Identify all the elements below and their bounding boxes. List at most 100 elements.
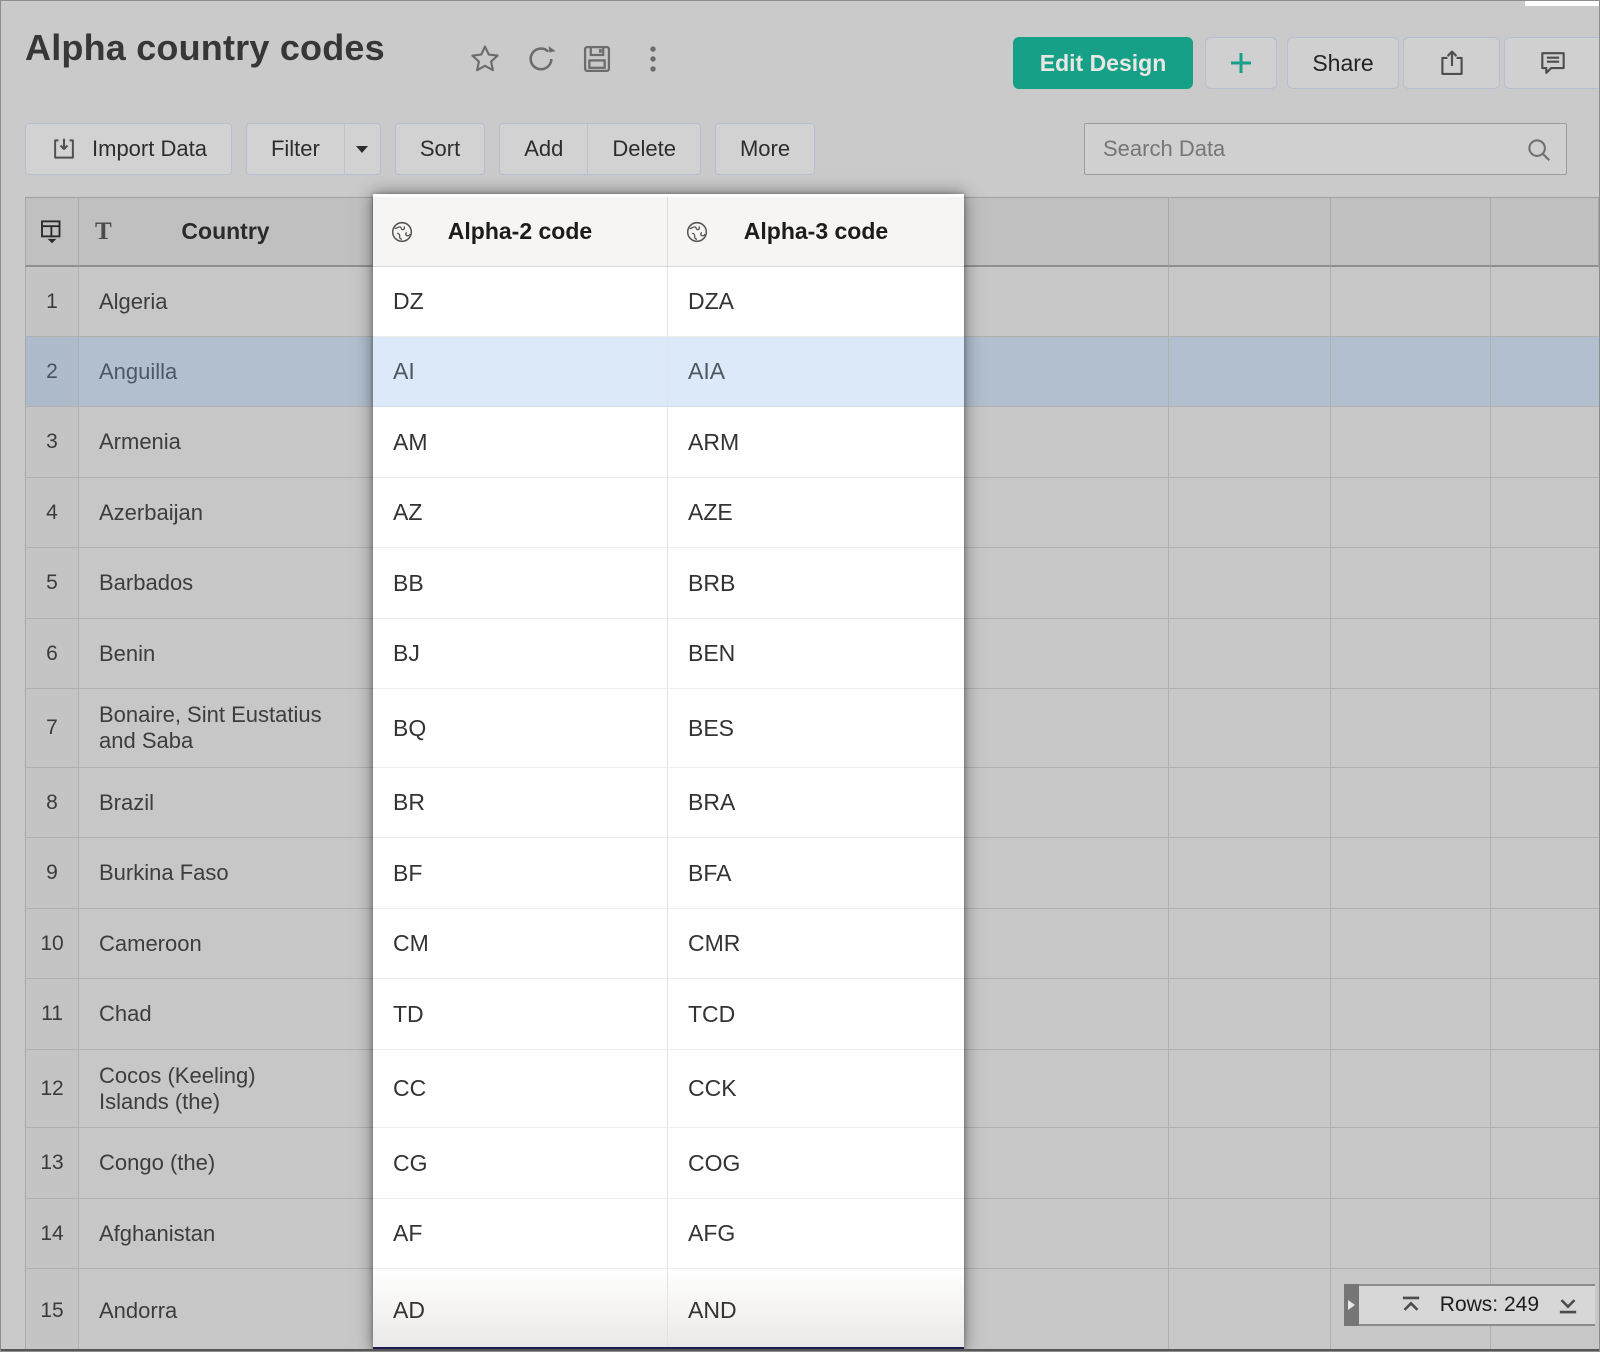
empty-column-header[interactable]: [1169, 197, 1331, 267]
alpha2-cell[interactable]: CG: [373, 1128, 668, 1199]
delete-button[interactable]: Delete: [587, 124, 700, 174]
row-number[interactable]: 7: [25, 689, 79, 768]
alpha3-cell[interactable]: BFA: [668, 838, 964, 909]
country-cell[interactable]: Burkina Faso: [79, 838, 373, 909]
empty-cell[interactable]: [1491, 267, 1599, 337]
alpha2-cell[interactable]: AD: [373, 1269, 668, 1347]
alpha2-cell[interactable]: CC: [373, 1050, 668, 1128]
alpha3-cell[interactable]: COG: [668, 1128, 964, 1199]
country-cell[interactable]: Afghanistan: [79, 1199, 373, 1269]
filter-dropdown-button[interactable]: [343, 124, 380, 174]
country-cell[interactable]: Azerbaijan: [79, 478, 373, 548]
row-number[interactable]: 3: [25, 407, 79, 478]
empty-cell[interactable]: [964, 1269, 1169, 1351]
empty-cell[interactable]: [964, 267, 1169, 337]
empty-cell[interactable]: [1491, 337, 1599, 407]
refresh-icon[interactable]: [523, 41, 559, 77]
empty-cell[interactable]: [1331, 909, 1491, 979]
row-number[interactable]: 8: [25, 768, 79, 838]
empty-cell[interactable]: [1331, 768, 1491, 838]
row-number[interactable]: 12: [25, 1050, 79, 1128]
empty-cell[interactable]: [1331, 1199, 1491, 1269]
add-button[interactable]: Add: [500, 124, 587, 174]
row-number[interactable]: 13: [25, 1128, 79, 1199]
empty-cell[interactable]: [964, 619, 1169, 689]
empty-cell[interactable]: [1491, 838, 1599, 909]
alpha3-cell[interactable]: BES: [668, 689, 964, 768]
more-button[interactable]: More: [714, 123, 816, 175]
alpha2-cell[interactable]: BQ: [373, 689, 668, 768]
empty-cell[interactable]: [1169, 407, 1331, 478]
empty-cell[interactable]: [1331, 838, 1491, 909]
empty-column-header[interactable]: [964, 197, 1169, 267]
empty-cell[interactable]: [964, 768, 1169, 838]
empty-cell[interactable]: [1169, 1269, 1331, 1351]
row-number[interactable]: 15: [25, 1269, 79, 1351]
country-cell[interactable]: Armenia: [79, 407, 373, 478]
empty-cell[interactable]: [1491, 1199, 1599, 1269]
edit-design-button[interactable]: Edit Design: [1013, 37, 1193, 89]
empty-cell[interactable]: [1491, 548, 1599, 619]
row-number[interactable]: 11: [25, 979, 79, 1050]
country-cell[interactable]: Cameroon: [79, 909, 373, 979]
empty-cell[interactable]: [1331, 267, 1491, 337]
empty-cell[interactable]: [1169, 909, 1331, 979]
alpha2-cell[interactable]: AZ: [373, 478, 668, 548]
empty-column-header[interactable]: [1331, 197, 1491, 267]
alpha2-cell[interactable]: BF: [373, 838, 668, 909]
country-cell[interactable]: Bonaire, Sint Eustatius and Saba: [79, 689, 373, 768]
empty-cell[interactable]: [1331, 979, 1491, 1050]
empty-cell[interactable]: [1491, 768, 1599, 838]
alpha3-cell[interactable]: TCD: [668, 979, 964, 1050]
import-data-button[interactable]: Import Data: [25, 123, 232, 175]
row-number[interactable]: 2: [25, 337, 79, 407]
country-cell[interactable]: Brazil: [79, 768, 373, 838]
empty-cell[interactable]: [1491, 1128, 1599, 1199]
share-button[interactable]: Share: [1287, 37, 1399, 89]
empty-cell[interactable]: [964, 337, 1169, 407]
alpha2-cell[interactable]: BB: [373, 548, 668, 619]
empty-cell[interactable]: [964, 1199, 1169, 1269]
scroll-to-top-icon[interactable]: [1398, 1292, 1424, 1318]
empty-cell[interactable]: [964, 979, 1169, 1050]
empty-cell[interactable]: [1169, 548, 1331, 619]
country-cell[interactable]: Andorra: [79, 1269, 373, 1351]
row-number[interactable]: 6: [25, 619, 79, 689]
search-input[interactable]: [1085, 124, 1566, 174]
empty-cell[interactable]: [1491, 407, 1599, 478]
empty-cell[interactable]: [1491, 909, 1599, 979]
add-view-button[interactable]: [1205, 37, 1277, 89]
alpha2-cell[interactable]: AI: [373, 337, 668, 407]
country-cell[interactable]: Benin: [79, 619, 373, 689]
alpha3-cell[interactable]: AND: [668, 1269, 964, 1347]
empty-cell[interactable]: [964, 548, 1169, 619]
filter-button[interactable]: Filter: [247, 124, 344, 174]
empty-cell[interactable]: [1491, 478, 1599, 548]
empty-cell[interactable]: [1331, 1050, 1491, 1128]
country-cell[interactable]: Cocos (Keeling) Islands (the): [79, 1050, 373, 1128]
expand-panel-button[interactable]: [1344, 1284, 1359, 1326]
country-cell[interactable]: Barbados: [79, 548, 373, 619]
empty-cell[interactable]: [1331, 689, 1491, 768]
empty-cell[interactable]: [1169, 1199, 1331, 1269]
country-cell[interactable]: Anguilla: [79, 337, 373, 407]
alpha3-cell[interactable]: AZE: [668, 478, 964, 548]
scroll-to-bottom-icon[interactable]: [1555, 1292, 1581, 1318]
alpha2-cell[interactable]: TD: [373, 979, 668, 1050]
column-header-alpha3[interactable]: Alpha-3 code: [668, 197, 964, 266]
alpha3-cell[interactable]: CMR: [668, 909, 964, 979]
row-number[interactable]: 1: [25, 267, 79, 337]
empty-cell[interactable]: [964, 689, 1169, 768]
empty-cell[interactable]: [1331, 1128, 1491, 1199]
row-number[interactable]: 9: [25, 838, 79, 909]
empty-cell[interactable]: [1331, 478, 1491, 548]
sort-button[interactable]: Sort: [394, 123, 486, 175]
row-number[interactable]: 4: [25, 478, 79, 548]
search-icon[interactable]: [1524, 135, 1554, 165]
empty-cell[interactable]: [1331, 337, 1491, 407]
empty-cell[interactable]: [1169, 1050, 1331, 1128]
alpha3-cell[interactable]: BRA: [668, 768, 964, 838]
alpha2-cell[interactable]: DZ: [373, 267, 668, 337]
column-header-alpha2[interactable]: Alpha-2 code: [373, 197, 668, 266]
empty-cell[interactable]: [1491, 979, 1599, 1050]
